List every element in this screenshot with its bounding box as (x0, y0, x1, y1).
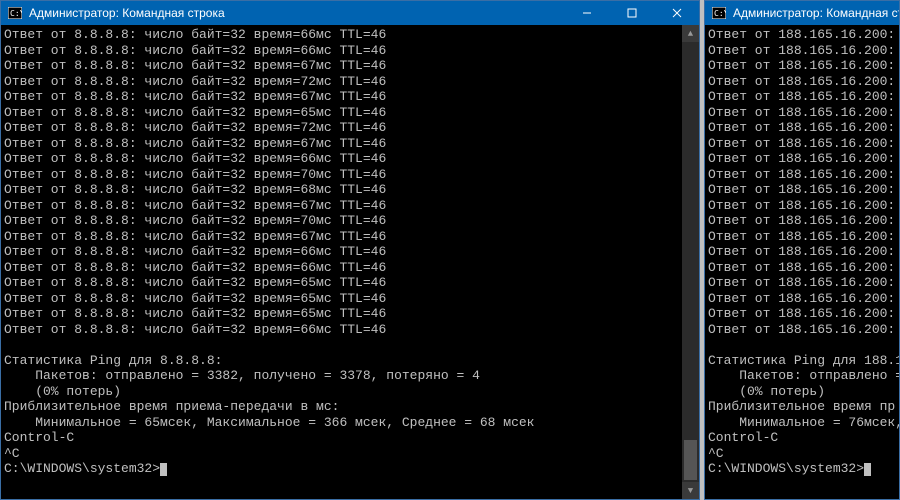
cmd-window-left: C:\ Администратор: Командная строка Отве… (0, 0, 700, 500)
close-button[interactable] (654, 1, 699, 25)
prompt: C:\WINDOWS\system32> (708, 461, 864, 476)
terminal-body[interactable]: Ответ от 8.8.8.8: число байт=32 время=66… (1, 25, 699, 499)
scroll-thumb[interactable] (684, 440, 697, 480)
window-title: Администратор: Командная строка (29, 6, 564, 20)
terminal-output: Ответ от 188.165.16.200: Ответ от 188.16… (705, 25, 899, 499)
cmd-icon: C:\ (711, 5, 727, 21)
scroll-up-button[interactable]: ▲ (682, 25, 699, 42)
cmd-window-right: C:\ Администратор: Командная ст Ответ от… (704, 0, 900, 500)
cmd-icon: C:\ (7, 5, 23, 21)
cursor (160, 463, 167, 476)
minimize-button[interactable] (564, 1, 609, 25)
svg-text:C:\: C:\ (10, 9, 22, 18)
titlebar[interactable]: C:\ Администратор: Командная строка (1, 1, 699, 25)
scrollbar[interactable]: ▲ ▼ (682, 25, 699, 499)
window-title: Администратор: Командная ст (733, 6, 899, 20)
svg-text:C:\: C:\ (714, 9, 726, 18)
cursor (864, 463, 871, 476)
window-controls (564, 1, 699, 25)
terminal-body[interactable]: Ответ от 188.165.16.200: Ответ от 188.16… (705, 25, 899, 499)
maximize-button[interactable] (609, 1, 654, 25)
terminal-output: Ответ от 8.8.8.8: число байт=32 время=66… (1, 25, 682, 499)
prompt: C:\WINDOWS\system32> (4, 461, 160, 476)
scroll-track[interactable] (682, 42, 699, 482)
titlebar[interactable]: C:\ Администратор: Командная ст (705, 1, 899, 25)
scroll-down-button[interactable]: ▼ (682, 482, 699, 499)
